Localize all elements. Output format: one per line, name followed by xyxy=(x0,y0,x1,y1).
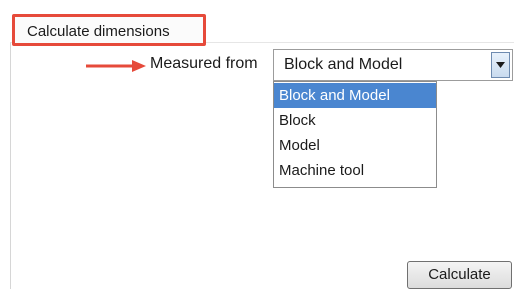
measured-from-dropdown-list: Block and Model Block Model Machine tool xyxy=(273,81,437,188)
dialog-panel: Calculate dimensions Measured from Block… xyxy=(0,0,514,289)
option-block-and-model[interactable]: Block and Model xyxy=(274,83,436,108)
section-title: Calculate dimensions xyxy=(12,14,206,46)
calculate-button[interactable]: Calculate xyxy=(407,261,512,289)
option-model[interactable]: Model xyxy=(274,133,436,158)
dropdown-toggle-button[interactable] xyxy=(491,52,510,78)
measured-from-label: Measured from xyxy=(150,55,258,72)
option-machine-tool[interactable]: Machine tool xyxy=(274,158,436,183)
option-block[interactable]: Block xyxy=(274,108,436,133)
measured-from-value: Block and Model xyxy=(284,56,403,73)
measured-from-select[interactable]: Block and Model xyxy=(273,49,513,81)
chevron-down-icon xyxy=(496,62,505,68)
right-arrow-icon xyxy=(86,60,146,72)
